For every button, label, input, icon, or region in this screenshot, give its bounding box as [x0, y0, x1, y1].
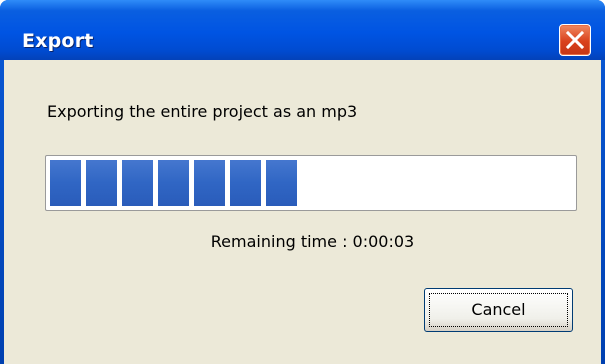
progress-segment: [266, 160, 297, 206]
progress-segment: [122, 160, 153, 206]
export-message: Exporting the entire project as an mp3: [47, 102, 358, 121]
progress-segment: [194, 160, 225, 206]
window-title: Export: [22, 30, 94, 52]
progress-segment: [158, 160, 189, 206]
cancel-button[interactable]: Cancel: [424, 288, 573, 332]
close-button[interactable]: [559, 24, 591, 56]
remaining-time: Remaining time : 0:00:03: [210, 232, 415, 251]
cancel-button-label: Cancel: [471, 300, 526, 319]
progress-segment: [86, 160, 117, 206]
export-window: Export Exporting the entire project as a…: [0, 0, 605, 364]
dialog-body: Exporting the entire project as an mp3 R…: [4, 60, 601, 364]
progress-track: [50, 160, 572, 206]
close-icon: [565, 30, 585, 50]
progress-segment: [50, 160, 81, 206]
export-progress-bar: [45, 155, 577, 211]
title-bar[interactable]: Export: [0, 0, 605, 60]
progress-segment: [230, 160, 261, 206]
